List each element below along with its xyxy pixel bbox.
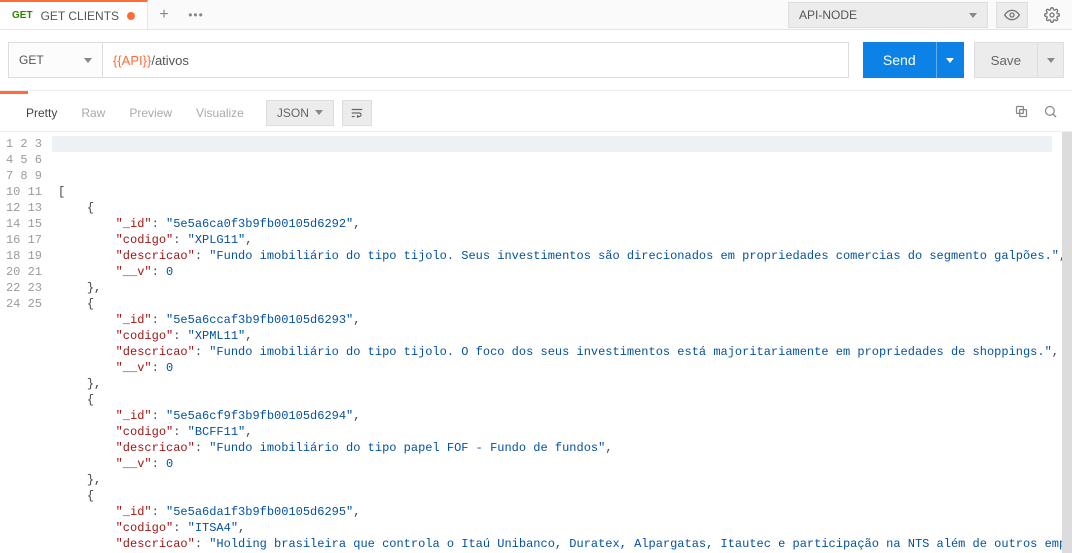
plus-icon: +	[159, 7, 168, 23]
tab-raw[interactable]: Raw	[69, 100, 117, 126]
tab-title: GET CLIENTS	[41, 9, 119, 23]
vertical-scrollbar[interactable]	[1062, 132, 1072, 553]
unsaved-dot-icon	[127, 12, 135, 20]
search-response-button[interactable]	[1043, 104, 1058, 122]
url-path: /ativos	[151, 53, 189, 68]
send-label: Send	[883, 52, 916, 68]
tab-pretty[interactable]: Pretty	[14, 100, 69, 126]
tab-options-button[interactable]: •••	[180, 0, 212, 30]
send-group: Send	[863, 42, 964, 78]
url-input[interactable]: {{API}}/ativos	[103, 42, 849, 78]
url-variable: {{API}}	[113, 53, 151, 68]
eye-icon	[1004, 7, 1020, 23]
http-method-label: GET	[19, 53, 44, 67]
send-button[interactable]: Send	[863, 42, 936, 78]
line-number-gutter: 1 2 3 4 5 6 7 8 9 10 11 12 13 14 15 16 1…	[0, 132, 52, 553]
response-view-tabs: Pretty Raw Preview Visualize JSON	[0, 94, 1072, 132]
gear-icon	[1044, 7, 1060, 23]
code-text: [ { "_id": "5e5a6ca0f3b9fb00105d6292", "…	[58, 184, 1062, 553]
body-format-label: JSON	[277, 106, 309, 120]
request-row: GET {{API}}/ativos Send Save	[0, 30, 1072, 91]
tab-method-badge: GET	[12, 10, 33, 21]
tab-request[interactable]: GET GET CLIENTS	[0, 0, 148, 29]
chevron-down-icon	[1047, 58, 1055, 63]
chevron-down-icon	[946, 58, 954, 63]
settings-button[interactable]	[1036, 2, 1068, 28]
top-bar: GET GET CLIENTS + ••• API-NODE	[0, 0, 1072, 30]
response-body-pane: 1 2 3 4 5 6 7 8 9 10 11 12 13 14 15 16 1…	[0, 132, 1072, 553]
environment-select[interactable]: API-NODE	[788, 2, 988, 28]
environment-quicklook-button[interactable]	[996, 2, 1028, 28]
http-method-select[interactable]: GET	[8, 42, 103, 78]
environment-name: API-NODE	[799, 8, 857, 22]
response-actions	[1014, 104, 1058, 122]
tab-visualize[interactable]: Visualize	[184, 100, 256, 126]
copy-response-button[interactable]	[1014, 104, 1029, 122]
wrap-lines-button[interactable]	[342, 100, 372, 126]
copy-icon	[1014, 104, 1029, 119]
wrap-icon	[350, 106, 364, 120]
chevron-down-icon	[84, 58, 92, 63]
new-tab-button[interactable]: +	[148, 0, 180, 30]
save-button[interactable]: Save	[974, 42, 1038, 78]
tab-actions: + •••	[148, 0, 212, 29]
active-line-highlight	[52, 136, 1052, 152]
response-code[interactable]: [ { "_id": "5e5a6ca0f3b9fb00105d6292", "…	[52, 132, 1062, 553]
save-options-button[interactable]	[1038, 42, 1064, 78]
save-label: Save	[991, 53, 1021, 68]
search-icon	[1043, 104, 1058, 119]
chevron-down-icon	[969, 13, 977, 18]
chevron-down-icon	[315, 110, 323, 115]
spacer	[212, 0, 784, 29]
send-options-button[interactable]	[936, 42, 964, 78]
body-format-select[interactable]: JSON	[266, 100, 334, 126]
dots-icon: •••	[188, 8, 204, 22]
tab-preview[interactable]: Preview	[117, 100, 184, 126]
